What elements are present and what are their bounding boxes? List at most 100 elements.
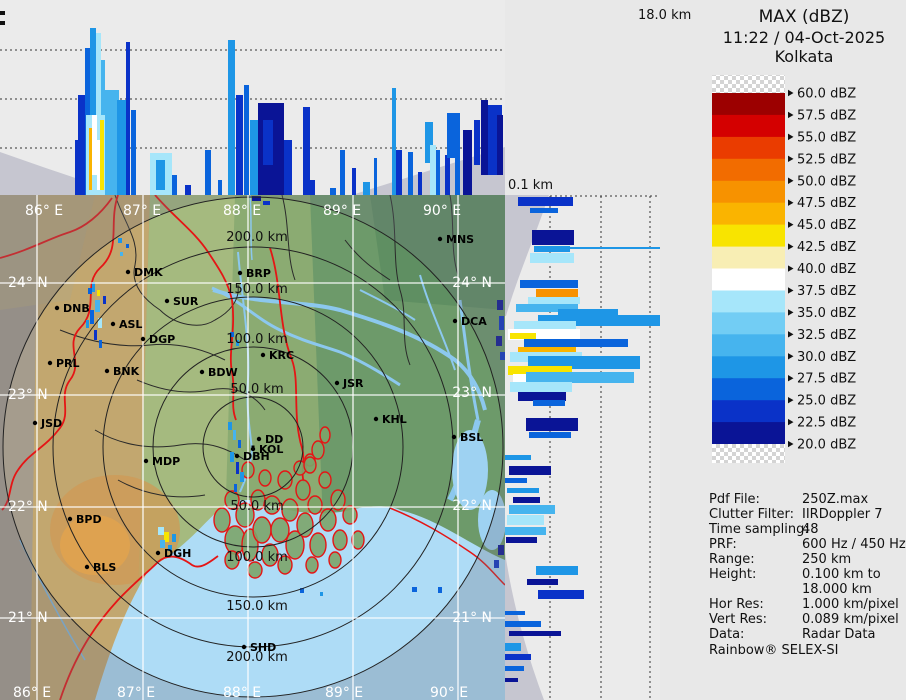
station-dot bbox=[373, 416, 379, 422]
axis-tick bbox=[0, 21, 5, 25]
legend-label: 40.0 dBZ bbox=[797, 262, 856, 277]
echo-bar bbox=[310, 180, 315, 195]
echo-bar bbox=[505, 611, 525, 615]
colorbar bbox=[712, 93, 785, 445]
echo-bar bbox=[526, 372, 634, 383]
echo-bar bbox=[529, 432, 571, 438]
delta-island bbox=[281, 498, 299, 522]
station-label: SHD bbox=[250, 641, 276, 654]
longitude-label: 86° E bbox=[25, 203, 63, 219]
echo-bar bbox=[474, 120, 480, 165]
station-label: DNB bbox=[63, 302, 90, 315]
echo-speck bbox=[158, 527, 164, 535]
station-dot bbox=[155, 550, 161, 556]
echo-bar bbox=[497, 115, 503, 175]
height-axis-min-label: 0.1 km bbox=[508, 178, 553, 193]
echo-bar bbox=[284, 140, 292, 195]
delta-island bbox=[311, 440, 325, 460]
legend-label: 32.5 dBZ bbox=[797, 328, 856, 343]
station-dot bbox=[104, 368, 110, 374]
echo-bar bbox=[530, 253, 574, 263]
delta-island bbox=[342, 505, 358, 525]
echo-bar bbox=[536, 289, 578, 297]
station-dot bbox=[237, 270, 243, 276]
legend-label: 52.5 dBZ bbox=[797, 152, 856, 167]
echo-bar bbox=[374, 158, 377, 195]
radar-app-window: 18.0 km 0.1 km 200.0 km 150.0 km 100.0 k… bbox=[0, 0, 906, 700]
latitude-label: 23° N bbox=[452, 385, 492, 401]
echo-bar bbox=[558, 309, 618, 315]
station-label: MNS bbox=[446, 233, 474, 246]
metadata-value: 250 km bbox=[802, 552, 851, 567]
station-label: ASL bbox=[119, 318, 142, 331]
delta-island bbox=[319, 426, 331, 444]
echo-speck bbox=[238, 440, 241, 448]
delta-island bbox=[318, 471, 332, 489]
echo-bar bbox=[455, 140, 460, 195]
colorbar-overflow-top bbox=[712, 75, 785, 93]
station-dot bbox=[140, 336, 146, 342]
station-dot bbox=[234, 453, 240, 459]
echo-bar bbox=[436, 150, 440, 195]
latitude-label: 21° N bbox=[8, 610, 48, 626]
station-label: JSD bbox=[40, 417, 62, 430]
station-dot bbox=[260, 352, 266, 358]
echo-speck bbox=[172, 534, 176, 542]
longitude-label: 88° E bbox=[223, 685, 261, 700]
metadata-value: 0.089 km/pixel bbox=[802, 612, 899, 627]
legend-label: 45.0 dBZ bbox=[797, 218, 856, 233]
station-label: PRL bbox=[56, 357, 80, 370]
echo-bar bbox=[538, 590, 584, 599]
echo-bar bbox=[510, 382, 572, 392]
longitude-label: 90° E bbox=[430, 685, 468, 700]
echo-bar bbox=[92, 115, 97, 175]
echo-speck bbox=[234, 484, 237, 492]
echo-bar bbox=[131, 110, 136, 195]
station-label: BPD bbox=[76, 513, 102, 526]
metadata-label: Data: bbox=[709, 627, 744, 642]
legend-band bbox=[712, 158, 785, 182]
station-dot bbox=[437, 236, 443, 242]
echo-bar bbox=[505, 621, 541, 627]
longitude-label: 90° E bbox=[423, 203, 461, 219]
metadata-value: 600 Hz / 450 Hz bbox=[802, 537, 906, 552]
echo-bar bbox=[513, 497, 540, 503]
latitude-label: 23° N bbox=[8, 387, 48, 403]
station-label: BSL bbox=[460, 431, 483, 444]
metadata-label: Time sampling: bbox=[708, 522, 809, 537]
legend-label: 35.0 dBZ bbox=[797, 306, 856, 321]
echo-bar bbox=[340, 150, 345, 195]
echo-bar bbox=[505, 678, 518, 682]
echo-bar bbox=[509, 505, 555, 514]
station-dot bbox=[110, 321, 116, 327]
delta-island bbox=[213, 507, 231, 533]
station-label: SUR bbox=[173, 295, 199, 308]
legend-title: MAX (dBZ) bbox=[759, 7, 850, 27]
longitude-label: 87° E bbox=[117, 685, 155, 700]
range-ring-label: 150.0 km bbox=[226, 282, 288, 297]
echo-bar bbox=[532, 230, 574, 245]
range-ring-label: 50.0 km bbox=[230, 499, 283, 514]
legend-label: 37.5 dBZ bbox=[797, 284, 856, 299]
echo-bar bbox=[524, 339, 628, 347]
echo-bar bbox=[352, 168, 356, 195]
legend-band bbox=[712, 180, 785, 204]
legend-band bbox=[712, 202, 785, 226]
echo-speck bbox=[97, 290, 100, 296]
echo-speck bbox=[120, 252, 123, 256]
echo-bar bbox=[218, 180, 222, 195]
delta-island bbox=[305, 556, 319, 574]
legend-band bbox=[712, 400, 785, 423]
echo-speck bbox=[103, 296, 106, 304]
latitude-label: 24° N bbox=[452, 275, 492, 291]
echo-speck bbox=[412, 587, 417, 592]
station-label: DMK bbox=[134, 266, 163, 279]
echo-bar bbox=[505, 654, 531, 660]
echo-bar bbox=[330, 188, 336, 195]
axis-tick bbox=[0, 11, 5, 15]
echo-bar bbox=[540, 247, 660, 249]
station-label: KHL bbox=[382, 413, 407, 426]
echo-bar bbox=[89, 128, 92, 190]
range-ring-label: 50.0 km bbox=[230, 382, 283, 397]
echo-bar bbox=[510, 333, 536, 339]
